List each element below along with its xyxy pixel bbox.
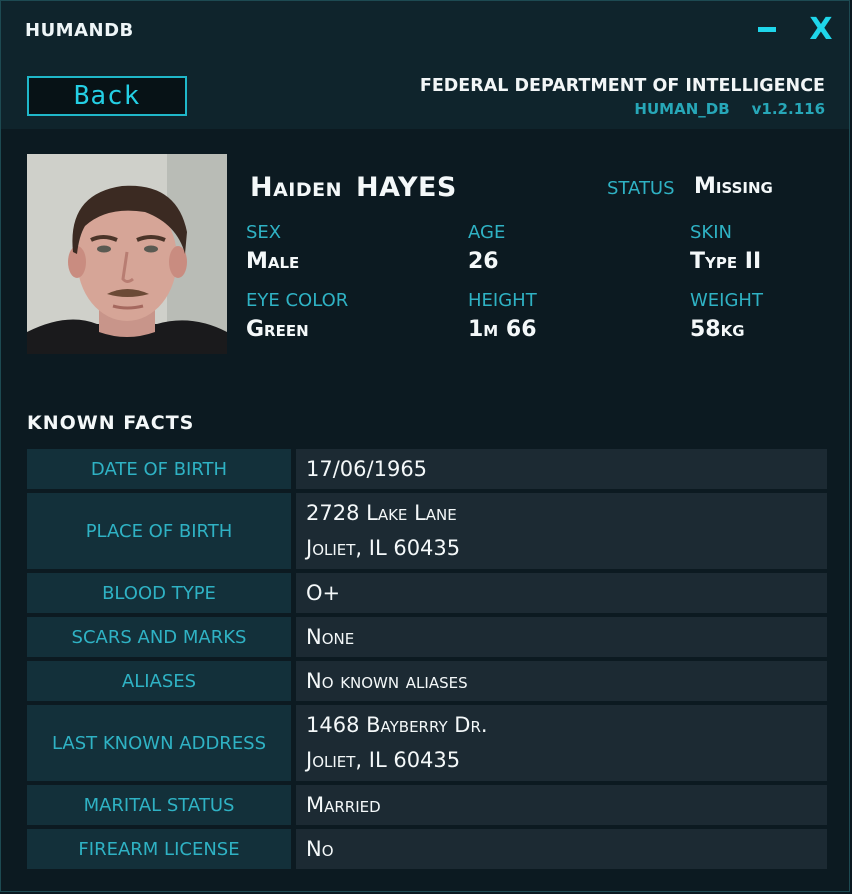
attr-label: WEIGHT [690,290,763,311]
fact-value-line: No [306,836,334,861]
fact-value-line: No known aliases [306,668,468,693]
attr-value: Type II [690,249,762,274]
fact-value: O+ [296,573,827,613]
fact-value-line: 2728 Lake Lane [306,501,457,525]
attr-label: AGE [468,222,506,243]
attr-value: Male [246,249,300,274]
attr-skin: SKIN Type II [690,222,761,274]
fact-value: 1468 Bayberry Dr. Joliet, IL 60435 [296,705,827,781]
db-info: HUMAN_DB v1.2.116 [634,100,825,118]
attr-weight: WEIGHT 58kg [690,290,763,342]
fact-value: No [296,829,827,869]
fact-value: None [296,617,827,657]
db-version: v1.2.116 [751,100,825,118]
fact-label: SCARS AND MARKS [27,617,291,657]
person-photo [27,154,227,354]
fact-value-line: Joliet, IL 60435 [306,536,461,560]
attr-label: EYE COLOR [246,290,349,311]
attr-value: Green [246,317,309,342]
fact-value-line: Married [306,792,381,817]
humandb-window: HUMANDB X Back FEDERAL DEPARTMENT OF INT… [0,0,850,892]
fact-value-line: None [306,624,355,649]
fact-label: MARITAL STATUS [27,785,291,825]
first-name: Haiden [250,172,343,203]
table-row: DATE OF BIRTH 17/06/1965 [27,449,827,489]
fact-value: 2728 Lake Lane Joliet, IL 60435 [296,493,827,569]
known-facts-heading: KNOWN FACTS [27,412,195,434]
db-name: HUMAN_DB [634,100,730,118]
attr-label: HEIGHT [468,290,537,311]
status-label: STATUS [607,178,675,199]
close-button[interactable]: X [803,11,839,47]
attr-label: SEX [246,222,282,243]
fact-value-line: 1468 Bayberry Dr. [306,713,488,737]
table-row: SCARS AND MARKS None [27,617,827,657]
fact-value-line: 17/06/1965 [306,456,428,481]
attr-eye-color: EYE COLOR Green [246,290,348,342]
fact-label: BLOOD TYPE [27,573,291,613]
table-row: ALIASES No known aliases [27,661,827,701]
fact-label: PLACE OF BIRTH [27,493,291,569]
header-bar: Back FEDERAL DEPARTMENT OF INTELLIGENCE … [1,63,849,130]
minimize-button[interactable] [749,11,785,47]
last-name: HAYES [356,172,457,203]
status-value: Missing [694,174,773,199]
back-button[interactable]: Back [27,76,187,116]
minimize-icon [758,26,776,32]
fact-value-line: Joliet, IL 60435 [306,748,461,772]
table-row: MARITAL STATUS Married [27,785,827,825]
fact-value: 17/06/1965 [296,449,827,489]
fact-value-line: O+ [306,580,341,605]
known-facts-table: DATE OF BIRTH 17/06/1965 PLACE OF BIRTH … [27,449,827,873]
title-bar: HUMANDB X [1,1,849,63]
attr-height: HEIGHT 1m 66 [468,290,537,342]
close-icon: X [809,11,833,47]
fact-label: LAST KNOWN ADDRESS [27,705,291,781]
fact-label: ALIASES [27,661,291,701]
person-name: Haiden HAYES [250,172,457,203]
profile-area: Haiden HAYES STATUS Missing SEX Male AGE … [1,129,849,891]
fact-value: No known aliases [296,661,827,701]
person-photo-image [27,154,227,354]
table-row: PLACE OF BIRTH 2728 Lake Lane Joliet, IL… [27,493,827,569]
attr-value: 58kg [690,317,745,342]
fact-label: FIREARM LICENSE [27,829,291,869]
attr-sex: SEX Male [246,222,299,274]
fact-value: Married [296,785,827,825]
attr-value: 26 [468,249,499,274]
agency-name: FEDERAL DEPARTMENT OF INTELLIGENCE [419,76,825,96]
table-row: BLOOD TYPE O+ [27,573,827,613]
fact-label: DATE OF BIRTH [27,449,291,489]
table-row: LAST KNOWN ADDRESS 1468 Bayberry Dr. Jol… [27,705,827,781]
attr-label: SKIN [690,222,733,243]
app-title: HUMANDB [25,20,134,41]
attr-value: 1m 66 [468,317,537,342]
attr-age: AGE 26 [468,222,505,274]
table-row: FIREARM LICENSE No [27,829,827,869]
